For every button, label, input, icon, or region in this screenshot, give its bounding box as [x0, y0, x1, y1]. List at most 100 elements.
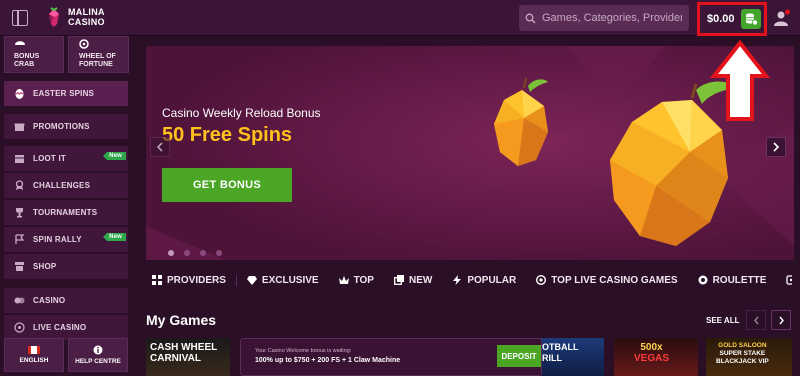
balance-highlight-box: $0.00 [697, 2, 767, 36]
game-title-line1: OTBALL [542, 342, 579, 352]
search-icon [525, 13, 536, 23]
language-label: ENGLISH [19, 357, 49, 364]
new-badge: New [103, 233, 126, 241]
get-bonus-button[interactable]: GET BONUS [162, 168, 292, 202]
banner-prev-button[interactable] [150, 137, 170, 157]
chevron-right-icon [778, 316, 784, 324]
trophy-icon [14, 207, 25, 218]
info-icon [93, 345, 103, 355]
loot-icon [14, 153, 25, 164]
sidebar-item-label: CHALLENGES [33, 181, 91, 190]
deposit-notification: Your Casino Welcome bonus is waiting: 10… [240, 338, 542, 376]
search-input[interactable] [542, 12, 682, 24]
live-casino-icon [14, 322, 25, 333]
brand-line2: CASINO [68, 17, 105, 27]
crown-icon [338, 275, 349, 285]
coins-icon [745, 13, 758, 26]
game-title-line1: GOLD SALOON [718, 342, 767, 349]
raspberry-logo-icon [49, 7, 59, 27]
deposit-button[interactable]: DEPOSIT [497, 345, 541, 367]
tile-label-line2: FORTUNE [79, 61, 113, 68]
notification-line1: Your Casino Welcome bonus is waiting: [255, 348, 352, 354]
brand-line1: MALINA [68, 7, 105, 17]
sidebar-item-spin-rally[interactable]: SPIN RALLY New [4, 227, 128, 252]
game-tile-cash-wheel-carnival[interactable]: CASH WHEEL CARNIVAL [146, 338, 230, 376]
category-label: NEW [408, 274, 433, 286]
game-title-line3: BLACKJACK VIP [716, 358, 769, 365]
game-title-line1: CASH WHEEL [150, 342, 218, 353]
games-next-button[interactable] [771, 310, 791, 330]
sidebar-item-label: SHOP [33, 262, 57, 271]
crab-icon [15, 41, 25, 45]
games-icon [786, 275, 792, 285]
sidebar-toggle-icon[interactable] [12, 10, 28, 26]
lemon-small-icon [494, 77, 548, 166]
slide-dot[interactable] [200, 250, 206, 256]
rally-icon [14, 234, 25, 245]
chevron-left-icon [156, 142, 163, 152]
profile-button[interactable] [772, 8, 792, 28]
my-games-heading: My Games [146, 312, 217, 328]
category-label: PROVIDERS [167, 274, 226, 286]
banner-title: 50 Free Spins [162, 124, 293, 146]
category-games[interactable]: GA [776, 275, 792, 286]
notification-line2: 100% up to $750 + 200 FS + 1 Claw Machin… [255, 357, 401, 364]
tile-label-line1: WHEEL OF [79, 53, 116, 60]
wheel-icon [79, 39, 89, 49]
slide-dot[interactable] [184, 250, 190, 256]
sidebar-item-label: EASTER SPINS [33, 89, 95, 98]
category-new[interactable]: NEW [384, 275, 442, 286]
sidebar-item-label: LOOT IT [33, 154, 66, 163]
sidebar-item-label: SPIN RALLY [33, 235, 82, 244]
category-label: TOP LIVE CASINO GAMES [551, 274, 678, 286]
flag-icon [28, 346, 40, 354]
chip-icon [536, 275, 547, 285]
providers-icon [152, 275, 162, 285]
sidebar: BONUS CRAB WHEEL OF FORTUNE EASTER SPINS… [0, 36, 136, 376]
wallet-button[interactable] [740, 9, 761, 29]
category-providers[interactable]: PROVIDERS [146, 274, 237, 286]
help-centre-label: HELP CENTRE [75, 358, 121, 365]
game-tile-football-drill[interactable]: OTBALL RILL [538, 338, 604, 376]
sidebar-item-live-casino[interactable]: LIVE CASINO [4, 315, 128, 340]
top-bar: MALINA CASINO $0.00 [0, 0, 800, 36]
category-label: TOP [353, 274, 374, 286]
chevron-right-icon [773, 142, 780, 152]
category-label: EXCLUSIVE [261, 274, 319, 286]
sidebar-item-loot-it[interactable]: LOOT IT New [4, 146, 128, 171]
help-centre-button[interactable]: HELP CENTRE [68, 338, 128, 372]
language-selector[interactable]: ENGLISH [4, 338, 64, 372]
game-tile-gold-saloon-blackjack[interactable]: GOLD SALOON SUPER STAKE BLACKJACK VIP [706, 338, 792, 376]
category-popular[interactable]: POPULAR [442, 275, 526, 286]
sidebar-item-promotions[interactable]: PROMOTIONS [4, 114, 128, 139]
games-prev-button[interactable] [746, 310, 766, 330]
game-tile-500x-vegas[interactable]: 500x VEGAS [614, 338, 698, 376]
slide-dot[interactable] [168, 250, 174, 256]
sidebar-item-shop[interactable]: SHOP [4, 254, 128, 279]
sidebar-tile-wheel-of-fortune[interactable]: WHEEL OF FORTUNE [68, 36, 129, 73]
category-roulette[interactable]: ROULETTE [688, 275, 777, 286]
diamond-icon [246, 275, 257, 285]
sidebar-item-tournaments[interactable]: TOURNAMENTS [4, 200, 128, 225]
shop-icon [14, 261, 25, 272]
category-top[interactable]: TOP [329, 275, 384, 286]
slide-dot[interactable] [216, 250, 222, 256]
category-label: ROULETTE [712, 274, 767, 286]
banner-next-button[interactable] [766, 137, 786, 157]
category-top-live-casino[interactable]: TOP LIVE CASINO GAMES [526, 275, 687, 286]
sidebar-item-easter-spins[interactable]: EASTER SPINS [4, 81, 128, 106]
sidebar-tile-bonus-crab[interactable]: BONUS CRAB [4, 36, 64, 73]
casino-logo[interactable]: MALINA CASINO [44, 6, 105, 28]
balance-amount[interactable]: $0.00 [707, 13, 735, 25]
category-bar: PROVIDERS EXCLUSIVE TOP NEW POPULAR TOP … [146, 266, 792, 294]
banner-subtitle: Casino Weekly Reload Bonus [162, 106, 321, 120]
roulette-icon [698, 275, 708, 285]
sidebar-item-casino[interactable]: CASINO [4, 288, 128, 313]
search-box[interactable] [519, 5, 689, 31]
see-all-link[interactable]: SEE ALL [706, 316, 739, 325]
user-icon [774, 9, 790, 26]
category-exclusive[interactable]: EXCLUSIVE [237, 275, 329, 286]
bolt-icon [452, 275, 462, 285]
sidebar-item-challenges[interactable]: CHALLENGES [4, 173, 128, 198]
game-title-line2: RILL [542, 353, 562, 363]
